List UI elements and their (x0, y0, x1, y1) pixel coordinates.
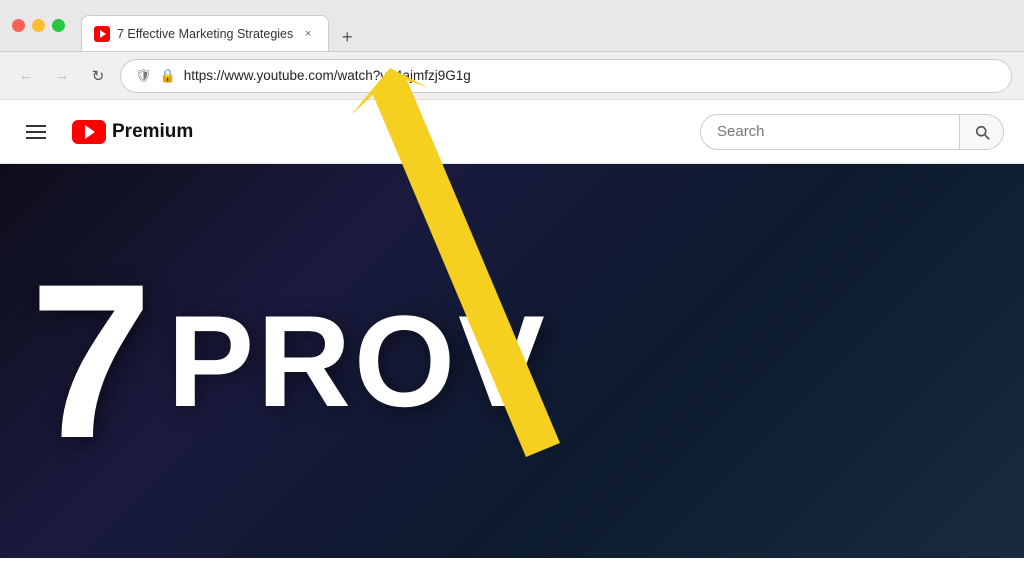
hamburger-line-2 (26, 131, 46, 133)
active-tab[interactable]: 7 Effective Marketing Strategies × (81, 15, 329, 51)
back-button[interactable]: ← (12, 62, 40, 90)
tabs-area: 7 Effective Marketing Strategies × + (81, 0, 1012, 51)
hamburger-line-3 (26, 137, 46, 139)
video-area[interactable]: 7 PROV (0, 164, 1024, 558)
shield-icon: 🛡 (135, 68, 152, 84)
play-triangle-icon (85, 125, 95, 139)
forward-button[interactable]: → (48, 62, 76, 90)
search-button[interactable] (960, 114, 1004, 150)
url-display: https://www.youtube.com/watch?v=4ajmfzj9… (184, 68, 997, 83)
youtube-logo[interactable]: Premium (72, 120, 193, 144)
search-icon (973, 123, 991, 141)
maximize-button[interactable] (52, 19, 65, 32)
youtube-header: Premium (0, 100, 1024, 164)
search-container (700, 114, 1004, 150)
title-bar: 7 Effective Marketing Strategies × + (0, 0, 1024, 52)
minimize-button[interactable] (32, 19, 45, 32)
refresh-button[interactable]: ↻ (84, 62, 112, 90)
search-input[interactable] (700, 114, 960, 150)
tab-favicon-icon (94, 26, 110, 42)
tab-title: 7 Effective Marketing Strategies (117, 27, 293, 41)
thumbnail-number: 7 (30, 251, 147, 471)
navigation-bar: ← → ↻ 🛡 🔒 https://www.youtube.com/watch?… (0, 52, 1024, 100)
window-controls (12, 19, 65, 32)
hamburger-menu-button[interactable] (20, 119, 52, 145)
youtube-wordmark: Premium (112, 121, 193, 143)
new-tab-button[interactable]: + (333, 23, 361, 51)
thumbnail-text: PROV (167, 296, 547, 426)
youtube-icon (72, 120, 106, 144)
close-button[interactable] (12, 19, 25, 32)
lock-icon: 🔒 (160, 68, 176, 84)
hamburger-line-1 (26, 125, 46, 127)
video-thumbnail: 7 PROV (0, 164, 1024, 558)
address-bar[interactable]: 🛡 🔒 https://www.youtube.com/watch?v=4ajm… (120, 59, 1012, 93)
tab-close-button[interactable]: × (300, 26, 316, 42)
